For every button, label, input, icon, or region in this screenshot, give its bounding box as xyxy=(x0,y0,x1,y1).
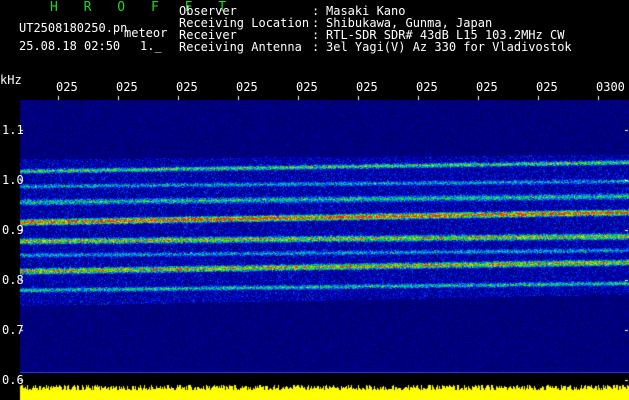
x-tick-label: 025 xyxy=(236,80,258,94)
x-tick-label: 025 xyxy=(176,80,198,94)
y-tick-label: 1.0 xyxy=(2,173,24,187)
info-value-antenna: 3el Yagi(V) Az 330 for Vladivostok xyxy=(326,40,572,54)
x-tick-label: 025 xyxy=(356,80,378,94)
y-tick-label: 1.1 xyxy=(2,123,24,137)
file-tag: meteor xyxy=(124,26,168,40)
spectrogram-canvas xyxy=(0,0,629,400)
hroft-window: { "app": { "title": "H R O F F T" }, "fi… xyxy=(0,0,629,400)
file-timestamp: 25.08.18 02:50 xyxy=(19,39,121,53)
y-tick-label: 0.6 xyxy=(2,373,24,387)
file-name: UT2508180250.pn xyxy=(19,21,128,35)
x-tick-label: 025 xyxy=(476,80,498,94)
y-axis-unit: kHz xyxy=(0,73,22,87)
y-tick-label: 0.9 xyxy=(2,223,24,237)
info-sep: : xyxy=(312,40,320,54)
x-tick-label: 025 xyxy=(296,80,318,94)
info-label-antenna: Receiving Antenna xyxy=(179,40,302,54)
y-tick-label: 0.7 xyxy=(2,323,24,337)
page-indicator: 1._ xyxy=(140,39,162,53)
x-tick-label: 025 xyxy=(56,80,78,94)
y-tick-label: 0.8 xyxy=(2,273,24,287)
x-tick-label: 025 xyxy=(536,80,558,94)
x-tick-label: 025 xyxy=(116,80,138,94)
x-tick-label: 025 xyxy=(416,80,438,94)
x-tick-label: 0300 xyxy=(596,80,625,94)
